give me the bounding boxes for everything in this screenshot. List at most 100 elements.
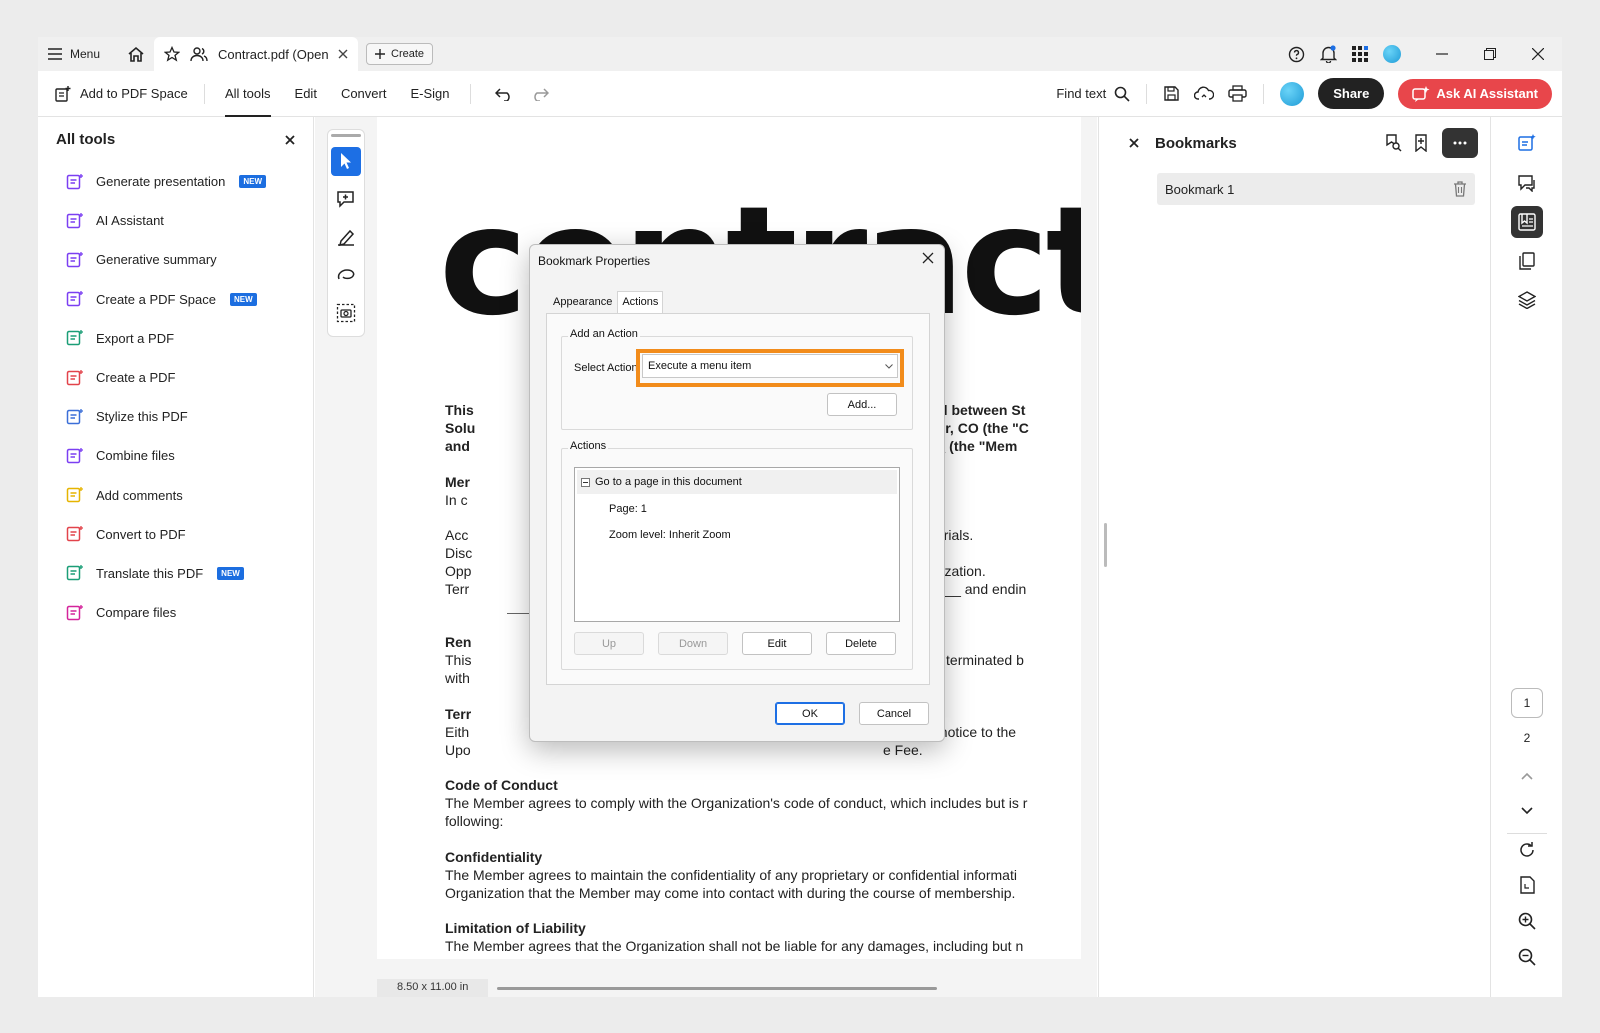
help-button[interactable] [1280, 46, 1312, 63]
add-to-pdf-space-button[interactable]: Add to PDF Space [38, 85, 196, 103]
ok-button[interactable]: OK [775, 702, 845, 725]
document-heading-text: Terr [445, 706, 472, 722]
comment-add-icon [337, 191, 354, 208]
tool-item[interactable]: Stylize this PDF [38, 397, 313, 436]
trash-icon[interactable] [1453, 181, 1467, 197]
add-comment-tool[interactable] [331, 185, 361, 214]
nav-all-tools-label: All tools [225, 86, 271, 101]
tree-item-zoom[interactable]: Zoom level: Inherit Zoom [609, 529, 731, 541]
add-action-button[interactable]: Add... [827, 393, 897, 416]
draw-tool[interactable] [331, 260, 361, 289]
notifications-button[interactable] [1312, 45, 1344, 63]
tool-item[interactable]: Compare files [38, 593, 313, 632]
new-badge: NEW [239, 175, 267, 189]
page-1-button[interactable]: 1 [1511, 688, 1543, 718]
close-window-button[interactable] [1514, 37, 1562, 71]
tool-item[interactable]: Add comments [38, 476, 313, 515]
tool-item[interactable]: Generative summary [38, 240, 313, 279]
share-button[interactable]: Share [1318, 78, 1385, 109]
rail-bookmarks-button[interactable] [1511, 206, 1543, 238]
restore-button[interactable] [1466, 37, 1514, 71]
actions-tree[interactable]: Go to a page in this document Page: 1 Zo… [574, 467, 900, 622]
select-action-dropdown[interactable]: Execute a menu item [642, 354, 898, 378]
tab-actions[interactable]: Actions [617, 291, 664, 313]
account-avatar[interactable] [1280, 81, 1305, 106]
tool-item[interactable]: Generate presentation NEW [38, 162, 313, 201]
tree-item-root[interactable]: Go to a page in this document [581, 476, 742, 488]
undo-icon[interactable] [494, 87, 513, 101]
close-panel-icon[interactable] [285, 134, 295, 145]
tool-item[interactable]: Convert to PDF [38, 515, 313, 554]
nav-edit[interactable]: Edit [283, 71, 329, 117]
cloud-sync-icon[interactable] [1194, 86, 1215, 102]
select-tool[interactable] [331, 146, 361, 176]
bookmark-search-icon[interactable] [1384, 134, 1402, 152]
panel-resize-handle[interactable] [1104, 523, 1107, 567]
rail-pages-button[interactable] [1511, 245, 1543, 277]
tree-item-page[interactable]: Page: 1 [609, 503, 647, 515]
chevron-down-icon [1521, 807, 1533, 815]
find-text-button[interactable]: Find text [1056, 86, 1130, 102]
delete-button[interactable]: Delete [826, 632, 896, 655]
export-pdf-icon [66, 329, 84, 347]
tool-item[interactable]: Export a PDF [38, 319, 313, 358]
nav-esign[interactable]: E-Sign [398, 71, 461, 117]
minimize-button[interactable] [1418, 37, 1466, 71]
collapse-icon[interactable] [581, 477, 590, 487]
up-button[interactable]: Up [574, 632, 644, 655]
tool-item[interactable]: Create a PDF [38, 358, 313, 397]
nav-all-tools[interactable]: All tools [213, 71, 283, 117]
print-icon[interactable] [1228, 85, 1247, 102]
tab-appearance[interactable]: Appearance [548, 291, 617, 313]
highlight-tool[interactable] [331, 223, 361, 252]
toolbar-grip[interactable] [331, 134, 361, 137]
page-2-button[interactable]: 2 [1511, 723, 1543, 753]
dialog-close-icon[interactable] [922, 252, 934, 264]
screenshot-tool[interactable] [331, 298, 361, 327]
zoom-out-button[interactable] [1511, 941, 1543, 973]
apps-button[interactable] [1344, 46, 1376, 62]
tool-item[interactable]: AI Assistant [38, 201, 313, 240]
rotate-button[interactable] [1511, 834, 1543, 866]
tool-item[interactable]: Combine files [38, 436, 313, 475]
app-window: Menu Contract.pdf (Open... Create Add to… [38, 37, 1562, 997]
edit-button[interactable]: Edit [742, 632, 812, 655]
ok-button-label: OK [802, 707, 818, 720]
rail-comments-button[interactable] [1511, 167, 1543, 199]
document-tab[interactable]: Contract.pdf (Open... [154, 37, 358, 71]
account-button[interactable] [1376, 45, 1408, 63]
menu-button[interactable]: Menu [38, 37, 118, 71]
ask-ai-assistant-button[interactable]: Ask AI Assistant [1398, 78, 1552, 109]
document-text: direct, indirect, incidental, special, o… [445, 955, 1013, 959]
bookmark-item[interactable]: Bookmark 1 [1157, 173, 1475, 205]
fit-page-button[interactable] [1511, 869, 1543, 901]
create-button[interactable]: Create [366, 43, 434, 65]
quick-tools-bar [327, 129, 365, 337]
rail-layers-button[interactable] [1511, 284, 1543, 316]
horizontal-scrollbar[interactable] [497, 987, 937, 990]
actions-group: Actions Go to a page in this document Pa… [561, 440, 913, 670]
close-tab-icon[interactable] [338, 49, 348, 59]
document-text: The Member agrees to comply with the Org… [445, 795, 1028, 811]
redo-icon[interactable] [531, 87, 549, 101]
tool-item[interactable]: Create a PDF Space NEW [38, 280, 313, 319]
add-bookmark-icon[interactable] [1414, 134, 1430, 152]
star-icon[interactable] [164, 46, 180, 62]
tool-item-label: Convert to PDF [96, 526, 186, 542]
more-options-button[interactable] [1442, 128, 1478, 158]
close-bookmarks-icon[interactable] [1129, 138, 1139, 148]
tool-item[interactable]: Translate this PDF NEW [38, 554, 313, 593]
home-button[interactable] [118, 37, 154, 71]
down-button[interactable]: Down [658, 632, 728, 655]
page-up-button[interactable] [1511, 760, 1543, 792]
rail-ai-button[interactable] [1511, 127, 1543, 159]
nav-convert[interactable]: Convert [329, 71, 399, 117]
zoom-in-button[interactable] [1511, 905, 1543, 937]
cancel-button[interactable]: Cancel [859, 702, 929, 725]
close-icon [1532, 48, 1544, 60]
tool-item-label: Generative summary [96, 252, 217, 268]
toolbar-divider [1146, 83, 1148, 104]
save-icon[interactable] [1163, 85, 1180, 102]
rotate-icon [1520, 842, 1534, 857]
page-down-button[interactable] [1511, 795, 1543, 827]
